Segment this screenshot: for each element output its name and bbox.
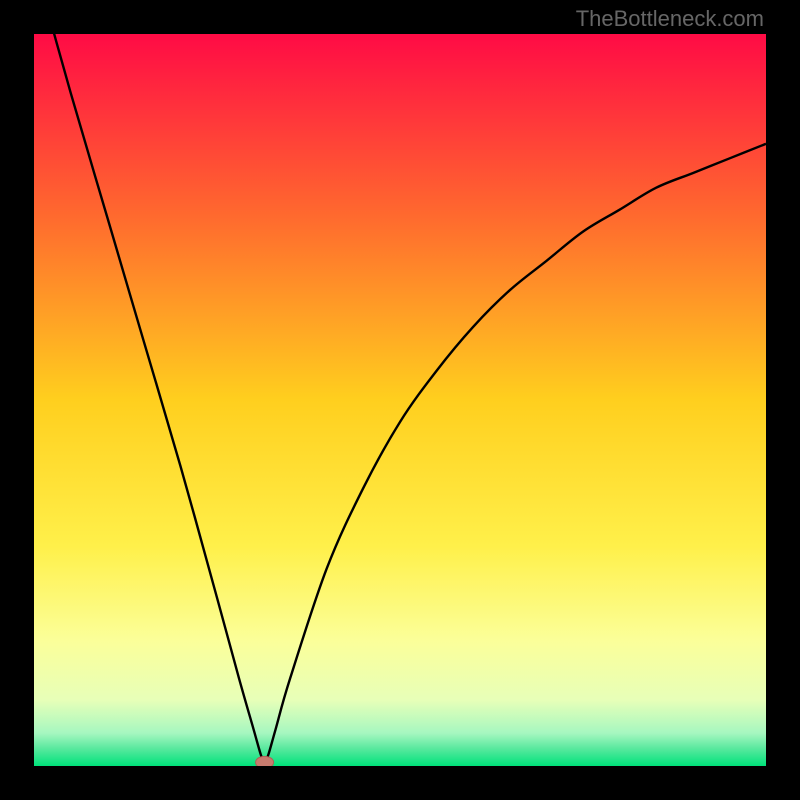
optimum-marker (256, 756, 274, 766)
bottleneck-chart (34, 34, 766, 766)
plot-area (34, 34, 766, 766)
chart-frame: TheBottleneck.com (0, 0, 800, 800)
watermark-text: TheBottleneck.com (576, 6, 764, 32)
gradient-background (34, 34, 766, 766)
